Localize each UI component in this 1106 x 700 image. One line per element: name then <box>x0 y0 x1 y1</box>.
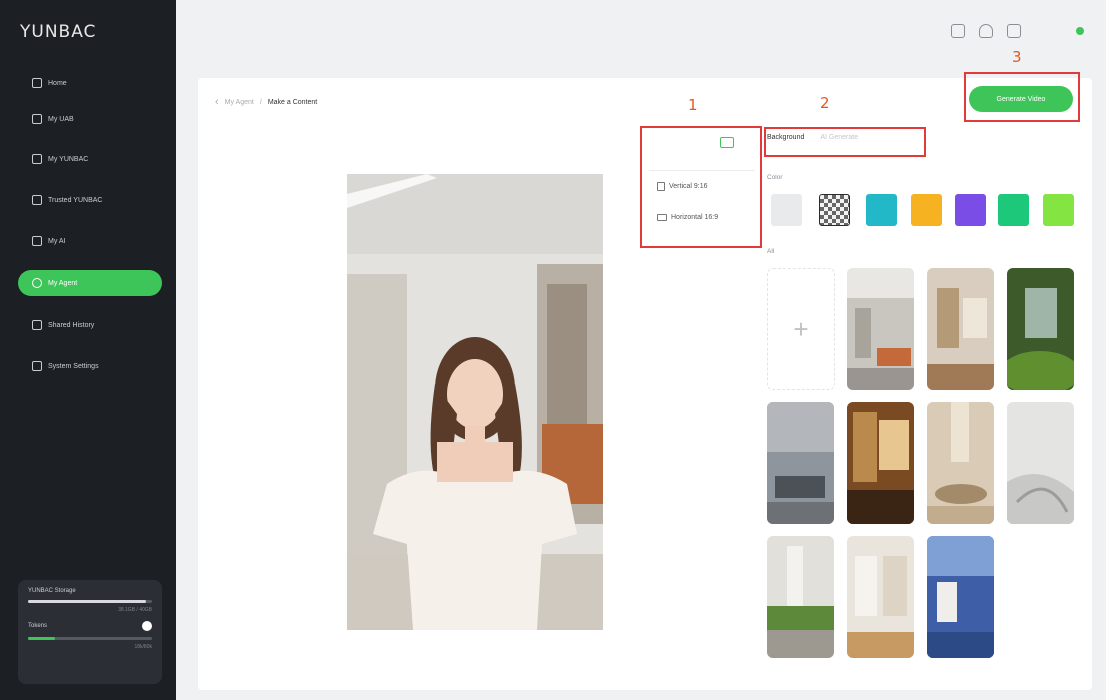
back-arrow-icon[interactable]: ‹ <box>215 96 219 108</box>
background-thumbnail-image <box>847 536 914 658</box>
sidebar-item-shared-history[interactable]: Shared History <box>18 312 162 338</box>
background-thumbnail-image <box>767 536 834 658</box>
storage-caption: 38.1GB / 40GB <box>118 607 152 613</box>
sidebar-item-label: My UAB <box>48 115 74 123</box>
tokens-progress-bar <box>28 637 152 640</box>
background-thumbnail[interactable] <box>767 536 834 658</box>
page-title: Make a Content <box>267 98 318 106</box>
upload-background-button[interactable]: + <box>767 268 835 390</box>
shield-icon <box>32 195 42 205</box>
background-thumbnail[interactable] <box>847 536 914 658</box>
background-thumbnail-image <box>767 402 834 524</box>
storage-title: YUNBAC Storage <box>28 588 76 594</box>
background-thumbnail[interactable] <box>927 536 994 658</box>
background-thumbnail[interactable] <box>1007 268 1074 390</box>
sidebar: YUNBAC Home My UAB My YUNBAC Trusted YUN… <box>0 0 176 700</box>
sidebar-item-my-uab[interactable]: My UAB <box>18 106 162 132</box>
background-thumbnail[interactable] <box>847 402 914 524</box>
annotation-box-3 <box>964 72 1080 122</box>
app-logo[interactable]: YUNBAC <box>20 22 96 42</box>
sidebar-item-my-agent[interactable]: My Agent <box>18 270 162 296</box>
bell-icon[interactable] <box>979 24 993 38</box>
sidebar-item-label: My AI <box>48 237 66 245</box>
background-thumbnail[interactable] <box>927 268 994 390</box>
sidebar-item-home[interactable]: Home <box>18 70 162 96</box>
breadcrumb-separator: / <box>259 98 262 106</box>
storage-progress-fill <box>28 600 146 603</box>
sidebar-item-label: System Settings <box>48 362 99 370</box>
agent-icon <box>32 278 42 288</box>
breadcrumb: ‹ My Agent / Make a Content <box>215 96 317 108</box>
sidebar-item-my-ai[interactable]: My AI <box>18 228 162 254</box>
color-swatch-purple[interactable] <box>955 194 986 226</box>
video-preview-image <box>347 174 603 630</box>
sidebar-item-trusted-yunbac[interactable]: Trusted YUNBAC <box>18 187 162 213</box>
background-thumbnail[interactable] <box>847 268 914 390</box>
tokens-caption: 18k/80k <box>134 644 152 650</box>
tokens-toggle[interactable] <box>142 621 152 631</box>
background-thumbnail[interactable] <box>767 402 834 524</box>
color-section-label: Color <box>767 174 783 181</box>
background-thumbnail-image <box>927 402 994 524</box>
tokens-row: Tokens <box>28 621 152 631</box>
edit-icon[interactable] <box>951 24 965 38</box>
annotation-number-1: 1 <box>688 96 698 114</box>
background-thumbnail-image <box>847 268 914 390</box>
annotation-box-1 <box>640 126 762 248</box>
annotation-box-2 <box>764 127 926 157</box>
background-thumbnail-image <box>927 268 994 390</box>
color-swatch-transparent[interactable] <box>819 194 850 226</box>
breadcrumb-parent[interactable]: My Agent <box>225 99 254 106</box>
background-thumbnail[interactable] <box>1007 402 1074 524</box>
bank-icon <box>32 114 42 124</box>
settings-icon <box>32 361 42 371</box>
cube-icon <box>32 154 42 164</box>
sidebar-item-label: My Agent <box>48 279 78 287</box>
background-thumbnail[interactable] <box>927 402 994 524</box>
plus-icon: + <box>793 313 809 344</box>
color-swatch-light-gray[interactable] <box>771 194 802 226</box>
sidebar-item-label: Trusted YUNBAC <box>48 196 103 204</box>
annotation-number-3: 3 <box>1012 48 1022 66</box>
sidebar-item-label: Home <box>48 79 67 87</box>
color-swatch-green[interactable] <box>998 194 1029 226</box>
image-section-label: All <box>767 248 775 255</box>
sidebar-item-label: Shared History <box>48 321 95 329</box>
color-swatch-teal[interactable] <box>866 194 897 226</box>
background-thumbnail-image <box>927 536 994 658</box>
home-icon <box>32 78 42 88</box>
sidebar-item-my-yunbac[interactable]: My YUNBAC <box>18 146 162 172</box>
tokens-progress-fill <box>28 637 56 640</box>
storage-panel: YUNBAC Storage 38.1GB / 40GB Tokens 18k/… <box>18 580 162 684</box>
annotation-number-2: 2 <box>820 94 830 112</box>
gallery-icon[interactable] <box>1007 24 1021 38</box>
storage-progress-bar <box>28 600 152 603</box>
color-swatch-lime[interactable] <box>1043 194 1074 226</box>
sidebar-item-system-settings[interactable]: System Settings <box>18 353 162 379</box>
color-swatch-orange[interactable] <box>911 194 942 226</box>
sidebar-item-label: My YUNBAC <box>48 155 89 163</box>
ai-icon <box>32 236 42 246</box>
preview-scene <box>347 174 603 630</box>
tokens-label: Tokens <box>28 623 48 629</box>
background-thumbnail-image <box>1007 402 1074 524</box>
background-thumbnail-image <box>1007 268 1074 390</box>
pencil-icon <box>32 320 42 330</box>
background-thumbnail-image <box>847 402 914 524</box>
avatar[interactable] <box>1076 27 1084 35</box>
